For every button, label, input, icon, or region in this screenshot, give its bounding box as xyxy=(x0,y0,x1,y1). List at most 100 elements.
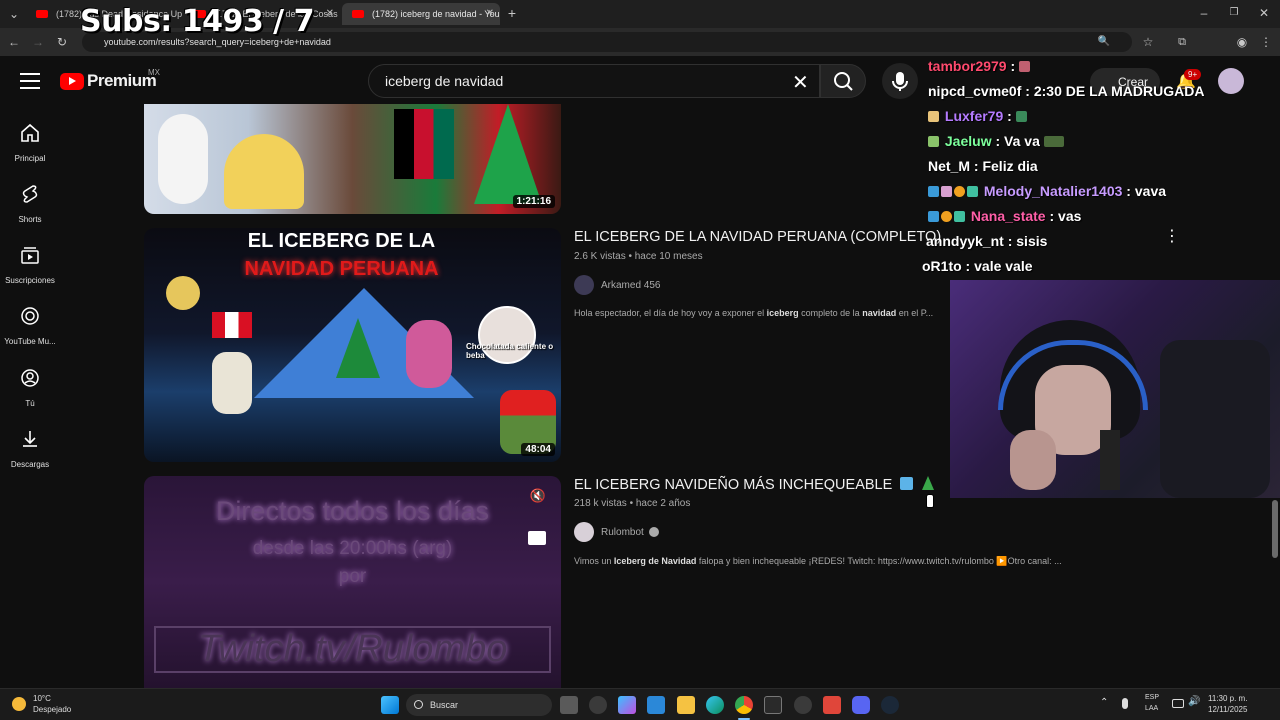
taskbar-search-input[interactable]: Buscar xyxy=(406,694,552,716)
close-window-icon[interactable]: ✕ xyxy=(1256,5,1272,21)
chrome-icon[interactable] xyxy=(735,696,753,714)
clock-time[interactable]: 11:30 p. m. xyxy=(1208,694,1247,703)
sidebar-item-youtube-music[interactable]: YouTube Mu... xyxy=(0,305,60,346)
profile-icon[interactable]: ◉ xyxy=(1234,34,1250,50)
voice-search-button[interactable] xyxy=(882,63,918,99)
christmas-tree-icon xyxy=(922,476,935,490)
clear-search-icon[interactable]: ✕ xyxy=(792,70,809,95)
zoom-icon[interactable]: 🔍 xyxy=(1096,34,1112,50)
chat-message: Net_M : Feliz dia xyxy=(928,158,1038,174)
shorts-icon xyxy=(22,185,38,203)
chat-text: Va va xyxy=(1004,133,1040,149)
badge-icon xyxy=(954,186,965,197)
weather-moon-icon[interactable] xyxy=(12,697,26,711)
thumbnail-text-line2: desde las 20:00hs (arg) xyxy=(252,538,453,559)
account-avatar[interactable] xyxy=(1218,68,1244,94)
sidebar-item-label: YouTube Mu... xyxy=(4,337,56,346)
steam-icon[interactable] xyxy=(881,696,899,714)
search-button[interactable] xyxy=(820,64,866,98)
scrollbar-thumb[interactable] xyxy=(1272,500,1278,558)
discord-icon[interactable] xyxy=(852,696,870,714)
task-view-icon[interactable] xyxy=(560,696,578,714)
sidebar-item-principal[interactable]: Principal xyxy=(0,122,60,163)
menu-kebab-icon[interactable]: ⋮ xyxy=(1258,34,1274,50)
video-thumbnail[interactable]: Directos todos los días desde las 20:00h… xyxy=(144,476,561,688)
video-description: Vimos un Iceberg de Navidad falopa y bie… xyxy=(574,556,1062,566)
tray-mic-icon[interactable] xyxy=(1122,698,1128,709)
obs-icon[interactable] xyxy=(794,696,812,714)
flag-image xyxy=(394,109,454,179)
channel-name[interactable]: Arkamed 456 xyxy=(601,280,660,291)
sidebar-item-tu[interactable]: Tú xyxy=(0,367,60,408)
chat-message: oR1to : vale vale xyxy=(922,258,1033,274)
thumbnail-text-line1: Directos todos los días xyxy=(215,496,490,526)
weather-desc[interactable]: Despejado xyxy=(33,705,71,714)
weather-temp[interactable]: 10°C xyxy=(33,694,51,703)
youtube-premium-logo[interactable]: Premium MX xyxy=(60,68,160,91)
input-language[interactable]: ESP xyxy=(1145,694,1159,701)
pink-character-image xyxy=(406,320,452,388)
file-explorer-icon[interactable] xyxy=(677,696,695,714)
channel-avatar[interactable] xyxy=(574,522,594,542)
close-tab-icon[interactable]: ✕ xyxy=(326,3,334,25)
more-options-icon[interactable]: ⋮ xyxy=(1164,226,1180,246)
cursor-icon xyxy=(926,494,934,508)
edge-icon[interactable] xyxy=(706,696,724,714)
captions-icon[interactable] xyxy=(528,531,546,545)
chat-username: Jaeluw xyxy=(944,133,992,149)
youtube-play-icon xyxy=(60,72,84,90)
input-layout[interactable]: LAA xyxy=(1145,705,1158,712)
hamburger-menu-icon[interactable] xyxy=(20,73,40,89)
app-icon[interactable] xyxy=(823,696,841,714)
x-app-icon[interactable] xyxy=(764,696,782,714)
notification-count-badge: 9+ xyxy=(1184,69,1202,80)
taskbar-search-icon xyxy=(414,700,423,709)
close-tab-icon[interactable]: ✕ xyxy=(486,3,494,25)
sidebar-item-suscripciones[interactable]: Suscripciones xyxy=(0,244,60,285)
forward-icon[interactable]: → xyxy=(30,34,46,50)
sidebar-item-descargas[interactable]: Descargas xyxy=(0,428,60,469)
video-thumbnail[interactable]: EL ICEBERG DE LA NAVIDAD PERUANA Chocola… xyxy=(144,228,561,462)
ice-cube-icon xyxy=(900,477,914,490)
windows-start-icon[interactable] xyxy=(381,696,399,714)
tray-chevron-icon[interactable]: ⌃ xyxy=(1100,697,1108,708)
ms-store-icon[interactable] xyxy=(647,696,665,714)
chat-message: tambor2979 : xyxy=(928,58,1032,74)
channel-avatar[interactable] xyxy=(574,275,594,295)
tab-list-icon[interactable]: ⌄ xyxy=(6,6,22,22)
channel-link[interactable]: Rulombot xyxy=(574,522,659,542)
chat-text: vale vale xyxy=(974,258,1033,274)
xbox-icon[interactable] xyxy=(589,696,607,714)
video-title[interactable]: EL ICEBERG NAVIDEÑO MÁS INCHEQUEABLE xyxy=(574,476,935,493)
sidebar-item-shorts[interactable]: Shorts xyxy=(0,183,60,224)
back-icon[interactable]: ← xyxy=(6,34,22,50)
streamer-hand-image xyxy=(1010,430,1056,490)
maximize-icon[interactable]: ❐ xyxy=(1226,5,1242,21)
reload-icon[interactable]: ↻ xyxy=(54,34,70,50)
video-duration: 1:21:16 xyxy=(512,195,555,208)
chat-message: anndyyk_nt : sisis xyxy=(926,233,1048,249)
video-title[interactable]: EL ICEBERG DE LA NAVIDAD PERUANA (COMPLE… xyxy=(574,229,941,245)
chat-username: Luxfer79 xyxy=(944,108,1004,124)
video-thumbnail[interactable]: 1:21:16 xyxy=(144,104,561,214)
chat-message: Luxfer79 : xyxy=(928,108,1029,124)
channel-name[interactable]: Rulombot xyxy=(601,527,644,538)
badge-icon xyxy=(954,211,965,222)
chat-text: vava xyxy=(1134,183,1167,199)
network-icon[interactable] xyxy=(1172,699,1184,708)
new-tab-icon[interactable]: + xyxy=(504,5,520,21)
copilot-icon[interactable] xyxy=(618,696,636,714)
christmas-tree-image xyxy=(474,104,542,204)
bookmark-star-icon[interactable]: ☆ xyxy=(1140,34,1156,50)
clock-date[interactable]: 12/11/2025 xyxy=(1208,705,1247,714)
minimize-icon[interactable]: – xyxy=(1196,5,1212,21)
browser-tab-active[interactable]: (1782) iceberg de navidad - You... ✕ xyxy=(342,3,500,25)
video-description: Hola espectador, el día de hoy voy a exp… xyxy=(574,308,934,318)
microphone-arm-image xyxy=(1100,430,1120,490)
search-input[interactable]: iceberg de navidad xyxy=(368,64,820,98)
mute-icon[interactable]: 🔇 xyxy=(526,488,550,508)
extensions-icon[interactable]: ⧉ xyxy=(1174,34,1190,50)
volume-icon[interactable]: 🔊 xyxy=(1188,696,1200,707)
thumbnail-title-line2: NAVIDAD PERUANA xyxy=(244,258,439,280)
channel-link[interactable]: Arkamed 456 xyxy=(574,275,660,295)
